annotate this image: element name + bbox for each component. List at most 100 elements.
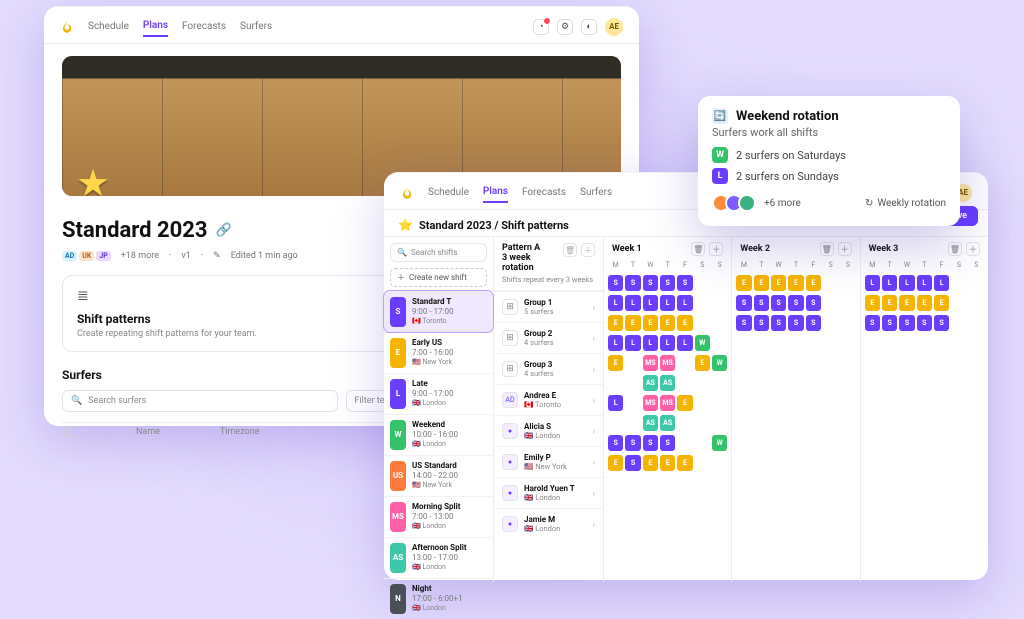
person-row[interactable]: ADAndrea E🇨🇦 Toronto› — [494, 384, 603, 415]
shift-cell[interactable]: S — [865, 315, 880, 331]
nav-surfers[interactable]: Surfers — [240, 17, 272, 36]
shift-item[interactable]: L Late9:00 - 17:00🇬🇧 London — [384, 373, 493, 414]
more-teams-chip[interactable]: +18 more — [121, 251, 159, 261]
shift-patterns-card[interactable]: ≣ Shift patterns Create repeating shift … — [62, 275, 438, 352]
shift-cell[interactable]: E — [882, 295, 897, 311]
shift-cell[interactable]: L — [643, 295, 658, 311]
shift-cell[interactable]: MS — [643, 355, 658, 371]
shift-cell[interactable]: MS — [643, 395, 658, 411]
help-icon[interactable]: ◐ — [581, 19, 597, 35]
shift-cell[interactable]: E — [899, 295, 914, 311]
shift-item[interactable]: E Early US7:00 - 16:00🇺🇸 New York — [384, 332, 493, 373]
shift-cell[interactable]: E — [695, 355, 710, 371]
shift-cell[interactable]: E — [677, 455, 692, 471]
shift-cell[interactable]: L — [865, 275, 880, 291]
notifications-icon[interactable]: ◔ — [533, 19, 549, 35]
shift-cell[interactable]: S — [608, 275, 623, 291]
shift-cell[interactable]: E — [754, 275, 769, 291]
shift-cell[interactable]: MS — [660, 395, 675, 411]
shift-cell[interactable]: S — [806, 295, 821, 311]
copy-link-icon[interactable]: 🔗 — [215, 223, 231, 238]
shift-cell[interactable]: E — [771, 275, 786, 291]
shift-cell[interactable]: L — [608, 295, 623, 311]
create-shift-button[interactable]: ＋Create new shift — [390, 268, 487, 287]
search-surfers-input[interactable]: 🔍Search surfers — [62, 390, 338, 412]
person-row[interactable]: ●Emily P🇺🇸 New York› — [494, 446, 603, 477]
shift-item[interactable]: MS Morning Split7:00 - 13:00🇬🇧 London — [384, 496, 493, 537]
shift-cell[interactable]: E — [806, 275, 821, 291]
shift-cell[interactable]: AS — [660, 375, 675, 391]
nav-schedule[interactable]: Schedule — [428, 183, 469, 202]
select-all-checkbox[interactable] — [66, 427, 76, 437]
delete-week-icon[interactable]: 🗑 — [948, 242, 962, 256]
shift-cell[interactable]: E — [865, 295, 880, 311]
shift-cell[interactable]: E — [677, 395, 692, 411]
shift-cell[interactable]: S — [754, 295, 769, 311]
shift-cell[interactable]: AS — [643, 375, 658, 391]
shift-cell[interactable]: S — [736, 315, 751, 331]
shift-cell[interactable]: S — [882, 315, 897, 331]
team-chip[interactable]: JP — [96, 251, 110, 261]
shift-cell[interactable]: L — [625, 335, 640, 351]
shift-cell[interactable]: S — [754, 315, 769, 331]
avatar-stack[interactable] — [712, 194, 756, 212]
search-shifts-input[interactable]: 🔍Search shifts — [390, 243, 487, 262]
shift-cell[interactable]: L — [608, 395, 623, 411]
group-row[interactable]: ⊞Group 34 surfers› — [494, 353, 603, 384]
shift-cell[interactable]: S — [660, 435, 675, 451]
team-chip[interactable]: UK — [79, 251, 94, 261]
shift-cell[interactable]: S — [788, 295, 803, 311]
shift-cell[interactable]: E — [788, 275, 803, 291]
shift-cell[interactable]: S — [788, 315, 803, 331]
shift-cell[interactable]: S — [625, 275, 640, 291]
nav-forecasts[interactable]: Forecasts — [522, 183, 566, 202]
shift-cell[interactable]: L — [917, 275, 932, 291]
shift-cell[interactable]: E — [625, 315, 640, 331]
settings-gear-icon[interactable]: ⚙ — [557, 19, 573, 35]
shift-cell[interactable]: L — [677, 335, 692, 351]
shift-cell[interactable]: E — [736, 275, 751, 291]
shift-cell[interactable]: E — [677, 315, 692, 331]
shift-item[interactable]: US US Standard14:00 - 22:00🇺🇸 New York — [384, 455, 493, 496]
shift-cell[interactable]: L — [643, 335, 658, 351]
shift-item[interactable]: AS Afternoon Split13:00 - 17:00🇬🇧 London — [384, 537, 493, 578]
delete-pattern-icon[interactable]: 🗑 — [563, 243, 577, 257]
user-avatar[interactable]: AE — [605, 18, 623, 36]
nav-surfers[interactable]: Surfers — [580, 183, 612, 202]
shift-cell[interactable]: L — [608, 335, 623, 351]
add-pattern-icon[interactable]: ＋ — [581, 243, 595, 257]
delete-week-icon[interactable]: 🗑 — [691, 242, 705, 256]
shift-cell[interactable]: S — [643, 275, 658, 291]
shift-cell[interactable]: S — [771, 295, 786, 311]
shift-cell[interactable]: S — [660, 275, 675, 291]
shift-cell[interactable]: S — [677, 275, 692, 291]
shift-cell[interactable]: E — [660, 315, 675, 331]
shift-cell[interactable]: AS — [660, 415, 675, 431]
group-row[interactable]: ⊞Group 24 surfers› — [494, 322, 603, 353]
more-surfers-link[interactable]: +6 more — [764, 198, 801, 209]
person-row[interactable]: ●Harold Yuen T🇬🇧 London› — [494, 477, 603, 508]
delete-week-icon[interactable]: 🗑 — [820, 242, 834, 256]
shift-cell[interactable]: E — [608, 315, 623, 331]
nav-plans[interactable]: Plans — [143, 16, 168, 37]
shift-cell[interactable]: E — [660, 455, 675, 471]
shift-cell[interactable]: S — [625, 455, 640, 471]
shift-cell[interactable]: E — [643, 315, 658, 331]
shift-cell[interactable]: S — [643, 435, 658, 451]
shift-cell[interactable]: S — [625, 435, 640, 451]
nav-forecasts[interactable]: Forecasts — [182, 17, 226, 36]
team-chip[interactable]: AD — [62, 251, 77, 261]
shift-cell[interactable]: E — [934, 295, 949, 311]
person-row[interactable]: ●Alicia S🇬🇧 London› — [494, 415, 603, 446]
shift-cell[interactable]: L — [660, 295, 675, 311]
nav-schedule[interactable]: Schedule — [88, 17, 129, 36]
shift-cell[interactable]: W — [695, 335, 710, 351]
shift-cell[interactable]: L — [882, 275, 897, 291]
shift-cell[interactable]: S — [608, 435, 623, 451]
shift-cell[interactable]: L — [677, 295, 692, 311]
shift-cell[interactable]: AS — [643, 415, 658, 431]
group-row[interactable]: ⊞Group 15 surfers› — [494, 291, 603, 322]
shift-cell[interactable]: S — [771, 315, 786, 331]
shift-item[interactable]: W Weekend10:00 - 16:00🇬🇧 London — [384, 414, 493, 455]
shift-cell[interactable]: E — [917, 295, 932, 311]
